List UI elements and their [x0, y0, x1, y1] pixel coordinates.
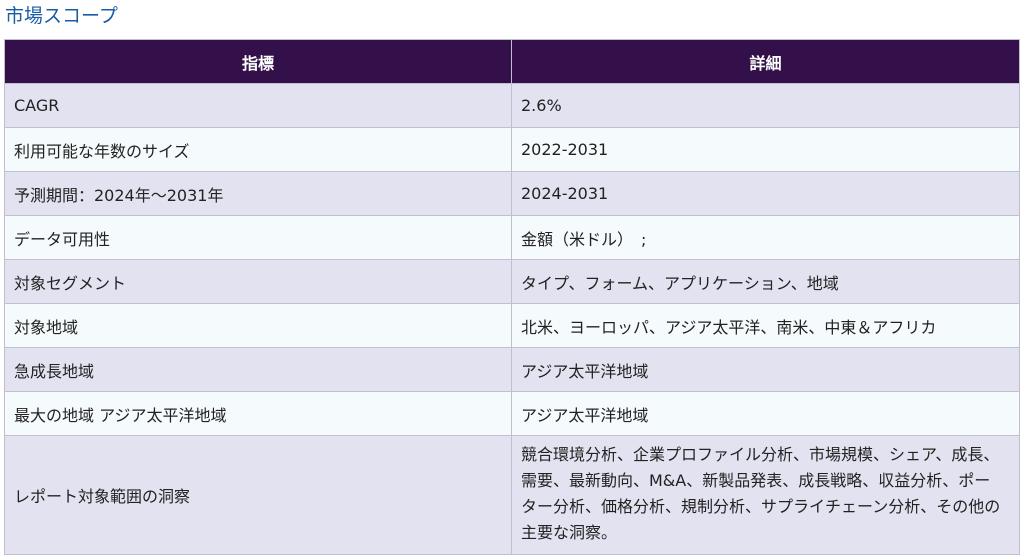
table-row: 利用可能な年数のサイズ 2022-2031 — [4, 127, 1020, 172]
header-detail: 詳細 — [511, 39, 1020, 84]
table-header-row: 指標 詳細 — [4, 39, 1020, 84]
table-row: 急成長地域 アジア太平洋地域 — [4, 347, 1020, 392]
table-row: 最大の地域 アジア太平洋地域 アジア太平洋地域 — [4, 391, 1020, 436]
metric-cell: CAGR — [4, 83, 512, 128]
table-row: レポート対象範囲の洞察 競合環境分析、企業プロファイル分析、市場規模、シェア、成… — [4, 435, 1020, 555]
metric-cell: レポート対象範囲の洞察 — [4, 435, 512, 555]
metric-cell: 対象地域 — [4, 303, 512, 348]
table-row: 対象地域 北米、ヨーロッパ、アジア太平洋、南米、中東＆アフリカ — [4, 303, 1020, 348]
metric-cell: 利用可能な年数のサイズ — [4, 127, 512, 172]
metric-cell: 予測期間：2024年～2031年 — [4, 171, 512, 216]
table-row: 対象セグメント タイプ、フォーム、アプリケーション、地域 — [4, 259, 1020, 304]
detail-cell: 競合環境分析、企業プロファイル分析、市場規模、シェア、成長、需要、最新動向、M&… — [511, 435, 1020, 555]
detail-cell: 2022-2031 — [511, 127, 1020, 172]
detail-cell: アジア太平洋地域 — [511, 347, 1020, 392]
detail-cell: 北米、ヨーロッパ、アジア太平洋、南米、中東＆アフリカ — [511, 303, 1020, 348]
table-row: データ可用性 金額（米ドル） ; — [4, 215, 1020, 260]
detail-cell: 2024-2031 — [511, 171, 1020, 216]
table-row: 予測期間：2024年～2031年 2024-2031 — [4, 171, 1020, 216]
detail-cell: タイプ、フォーム、アプリケーション、地域 — [511, 259, 1020, 304]
detail-cell: 2.6% — [511, 83, 1020, 128]
metric-cell: 最大の地域 アジア太平洋地域 — [4, 391, 512, 436]
metric-cell: 急成長地域 — [4, 347, 512, 392]
detail-cell: 金額（米ドル） ; — [511, 215, 1020, 260]
table-row: CAGR 2.6% — [4, 83, 1020, 128]
header-metric: 指標 — [4, 39, 512, 84]
section-title: 市場スコープ — [5, 5, 118, 27]
market-scope-table: 指標 詳細 CAGR 2.6% 利用可能な年数のサイズ 2022-2031 予測… — [4, 39, 1020, 555]
metric-cell: データ可用性 — [4, 215, 512, 260]
detail-cell: アジア太平洋地域 — [511, 391, 1020, 436]
metric-cell: 対象セグメント — [4, 259, 512, 304]
